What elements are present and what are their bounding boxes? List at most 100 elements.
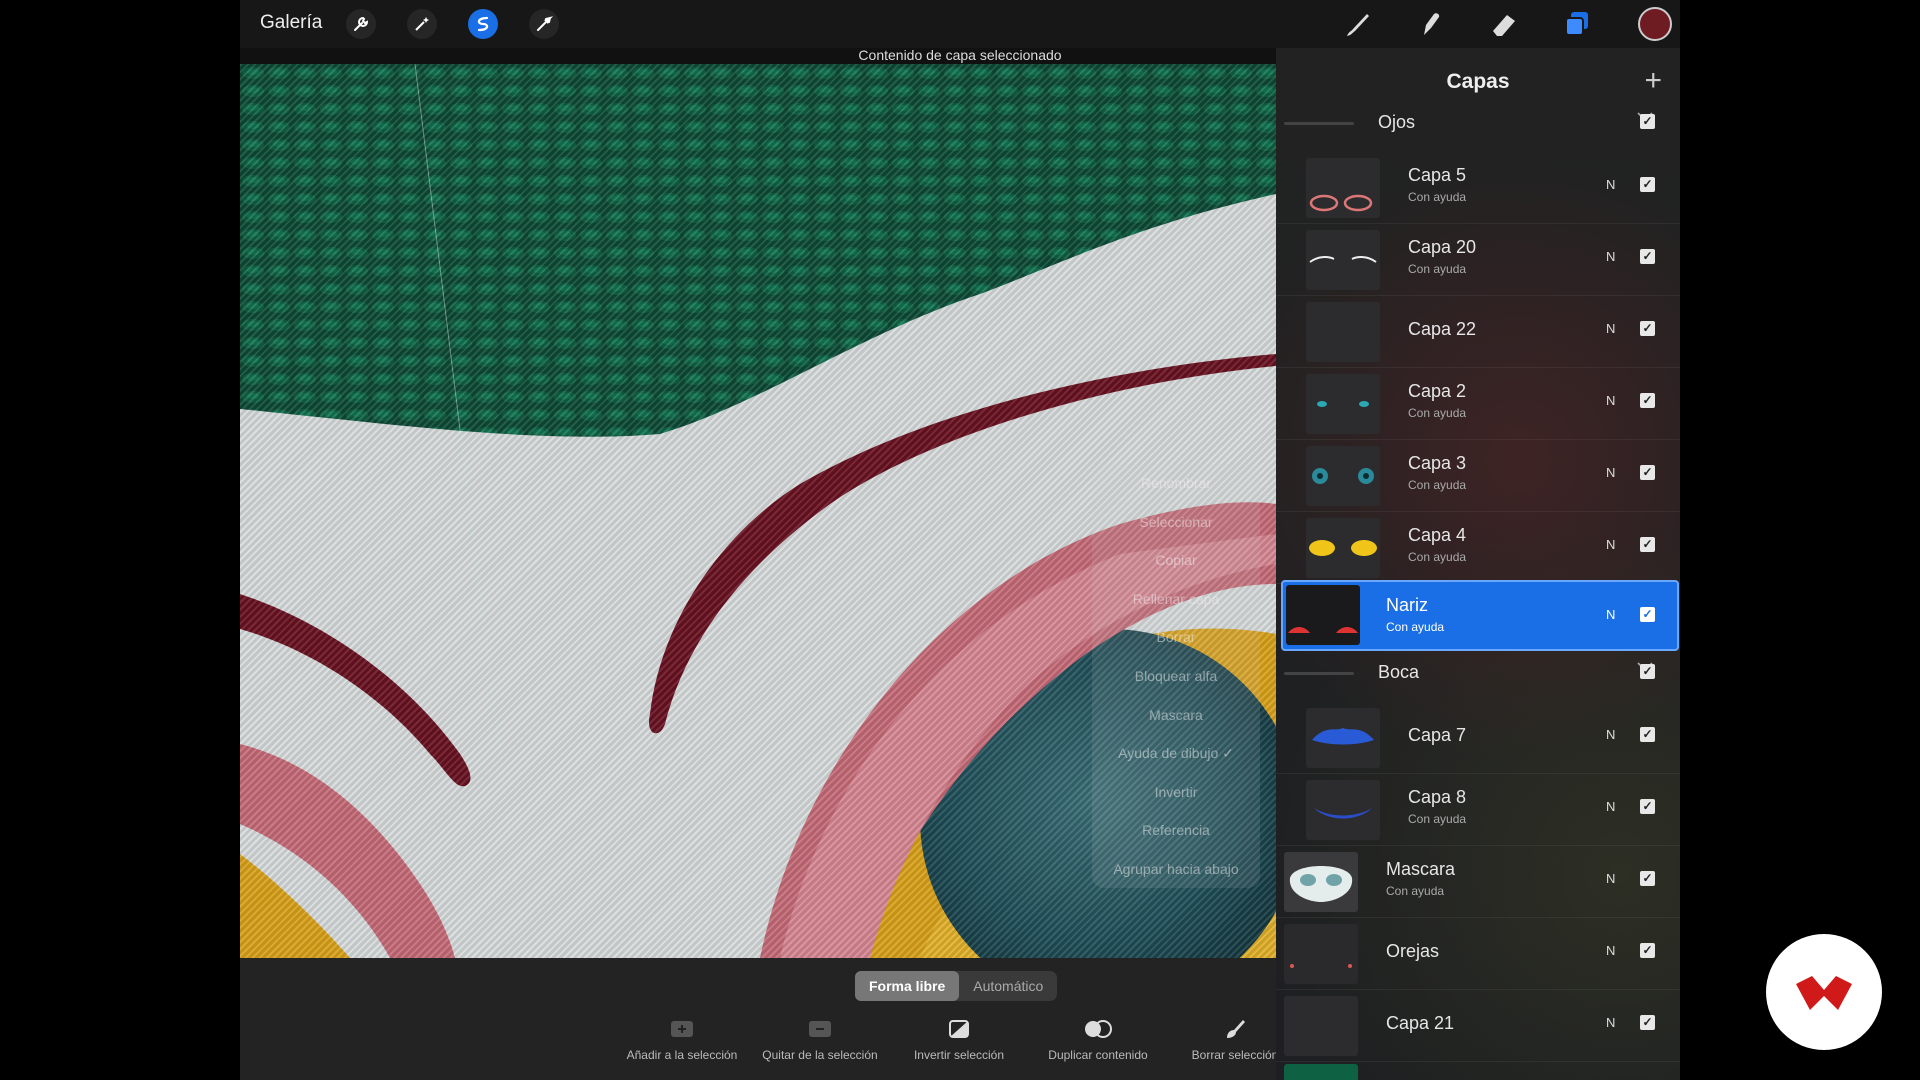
visibility-checkbox[interactable]: ✓ [1640, 871, 1655, 886]
layer-name: Capa 4 [1408, 525, 1467, 545]
menu-fill-layer[interactable]: Rellenar capa [1092, 580, 1260, 619]
menu-drawing-assist[interactable]: Ayuda de dibujo ✓ [1092, 734, 1260, 773]
visibility-checkbox[interactable]: ✓ [1640, 727, 1655, 742]
layer-name: Capa 21 [1386, 1013, 1455, 1033]
visibility-checkbox[interactable]: ✓ [1640, 943, 1655, 958]
layer-thumbnail [1284, 996, 1358, 1056]
layer-subtitle: Con ayuda [1408, 812, 1467, 826]
blend-mode[interactable]: N [1606, 727, 1615, 742]
mode-automatic[interactable]: Automático [959, 971, 1057, 1001]
mode-freeform[interactable]: Forma libre [855, 971, 960, 1001]
visibility-checkbox[interactable]: ✓ [1640, 249, 1655, 264]
layer-thumbnail [1284, 852, 1358, 912]
layer-thumbnail [1306, 302, 1380, 362]
layer-row[interactable]: Capa 4 Con ayuda N ✓ [1276, 512, 1680, 584]
layers-icon[interactable] [1561, 8, 1593, 40]
blend-mode[interactable]: N [1606, 537, 1615, 552]
menu-invert[interactable]: Invertir [1092, 773, 1260, 812]
duplicate-content-button[interactable]: Duplicar contenido [1033, 1016, 1163, 1062]
smudge-icon[interactable] [1415, 8, 1447, 40]
visibility-checkbox[interactable]: ✓ [1640, 607, 1655, 622]
layer-thumbnail [1306, 158, 1380, 218]
layers-title: Capas [1446, 70, 1510, 93]
eraser-icon[interactable] [1488, 8, 1520, 40]
layer-row[interactable]: Mascara Con ayuda N ✓ [1276, 846, 1680, 918]
visibility-checkbox[interactable]: ✓ [1640, 799, 1655, 814]
invert-selection-button[interactable]: Invertir selección [894, 1016, 1024, 1062]
blend-mode[interactable]: N [1606, 871, 1615, 886]
transform-arrow-icon[interactable] [529, 9, 559, 39]
layer-group-ojos[interactable]: Ojos ✓ [1276, 102, 1680, 142]
blend-mode[interactable]: N [1606, 177, 1615, 192]
layer-row[interactable]: Capa 3 Con ayuda N ✓ [1276, 440, 1680, 512]
layer-subtitle: Con ayuda [1386, 620, 1445, 634]
blend-mode[interactable]: N [1606, 1015, 1615, 1030]
layer-thumbnail-partial [1284, 1064, 1358, 1080]
add-selection-button[interactable]: Añadir a la selección [617, 1016, 747, 1062]
blend-mode[interactable]: N [1606, 249, 1615, 264]
group-name: Ojos [1378, 112, 1416, 132]
blend-mode[interactable]: N [1606, 465, 1615, 480]
add-layer-icon[interactable]: + [1644, 64, 1662, 98]
remove-selection-icon [755, 1016, 885, 1042]
visibility-checkbox[interactable]: ✓ [1640, 664, 1655, 679]
layers-panel: Capas + Ojos ✓ Capa 5 Con ayuda N ✓ Capa… [1276, 48, 1680, 1080]
layer-row[interactable]: Capa 21 N ✓ [1276, 990, 1680, 1062]
layer-row[interactable]: Capa 7 N ✓ [1276, 702, 1680, 774]
magic-wand-icon[interactable] [407, 9, 437, 39]
visibility-checkbox[interactable]: ✓ [1640, 321, 1655, 336]
layer-thumbnail [1284, 924, 1358, 984]
drawing-canvas[interactable]: Renombrar Seleccionar Copiar Rellenar ca… [240, 64, 1276, 958]
brush-icon[interactable] [1342, 8, 1374, 40]
layer-name: Capa 3 [1408, 453, 1467, 473]
layer-thumbnail [1286, 585, 1360, 645]
menu-reference[interactable]: Referencia [1092, 811, 1260, 850]
brand-logo [1766, 934, 1882, 1050]
selection-toolbar: Forma libre Automático Añadir a la selec… [240, 958, 1280, 1080]
color-picker-button[interactable] [1638, 7, 1672, 41]
layer-row[interactable]: Capa 2 Con ayuda N ✓ [1276, 368, 1680, 440]
menu-merge-down[interactable]: Agrupar hacia abajo [1092, 850, 1260, 889]
visibility-checkbox[interactable]: ✓ [1640, 1015, 1655, 1030]
layer-row[interactable]: Capa 22 N ✓ [1276, 296, 1680, 368]
layer-name: Mascara [1386, 859, 1456, 879]
menu-mask[interactable]: Mascara [1092, 696, 1260, 735]
add-selection-label: Añadir a la selección [626, 1048, 738, 1062]
visibility-checkbox[interactable]: ✓ [1640, 537, 1655, 552]
wrench-icon[interactable] [346, 9, 376, 39]
layer-options-menu: Renombrar Seleccionar Copiar Rellenar ca… [1092, 464, 1260, 888]
procreate-app: Galería Contenido de capa seleccionado R… [240, 0, 1680, 1080]
layer-subtitle: Con ayuda [1408, 478, 1467, 492]
blend-mode[interactable]: N [1606, 943, 1615, 958]
layer-name: Capa 2 [1408, 381, 1467, 401]
blend-mode[interactable]: N [1606, 607, 1615, 622]
layer-row[interactable]: Orejas N ✓ [1276, 918, 1680, 990]
layer-row[interactable]: Capa 5 Con ayuda N ✓ [1276, 152, 1680, 224]
menu-select[interactable]: Seleccionar [1092, 503, 1260, 542]
blend-mode[interactable]: N [1606, 393, 1615, 408]
selection-icon[interactable] [468, 9, 498, 39]
layer-row-selected[interactable]: Nariz Con ayuda N ✓ [1281, 580, 1679, 651]
add-selection-icon [617, 1016, 747, 1042]
visibility-checkbox[interactable]: ✓ [1640, 114, 1655, 129]
visibility-checkbox[interactable]: ✓ [1640, 465, 1655, 480]
invert-selection-icon [894, 1016, 1024, 1042]
blend-mode[interactable]: N [1606, 799, 1615, 814]
layer-thumbnail [1306, 518, 1380, 578]
layer-thumbnail [1306, 446, 1380, 506]
menu-clear[interactable]: Borrar [1092, 618, 1260, 657]
menu-rename[interactable]: Renombrar [1092, 464, 1260, 503]
layer-row[interactable]: Capa 8 Con ayuda N ✓ [1276, 774, 1680, 846]
invert-selection-label: Invertir selección [913, 1048, 1005, 1062]
layer-group-boca[interactable]: Boca ✓ [1276, 652, 1680, 692]
remove-selection-button[interactable]: Quitar de la selección [755, 1016, 885, 1062]
layer-name: Capa 20 [1408, 237, 1477, 257]
menu-alpha-lock[interactable]: Bloquear alfa [1092, 657, 1260, 696]
visibility-checkbox[interactable]: ✓ [1640, 177, 1655, 192]
layer-row[interactable]: Capa 20 Con ayuda N ✓ [1276, 224, 1680, 296]
gallery-button[interactable]: Galería [260, 12, 322, 34]
menu-copy[interactable]: Copiar [1092, 541, 1260, 580]
remove-selection-label: Quitar de la selección [762, 1048, 878, 1062]
blend-mode[interactable]: N [1606, 321, 1615, 336]
visibility-checkbox[interactable]: ✓ [1640, 393, 1655, 408]
